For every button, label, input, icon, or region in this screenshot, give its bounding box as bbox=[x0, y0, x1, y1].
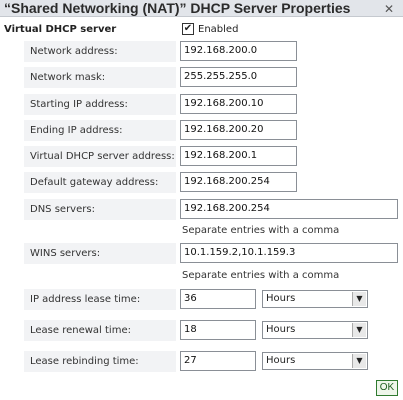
renewal-time-field[interactable]: 18 bbox=[180, 320, 256, 340]
lease-time-unit-select[interactable]: Hours ▼ bbox=[262, 290, 368, 308]
chevron-down-icon[interactable]: ▼ bbox=[352, 323, 366, 337]
network-mask-field[interactable]: 255.255.255.0 bbox=[180, 67, 297, 87]
ending-ip-field[interactable]: 192.168.200.20 bbox=[180, 120, 297, 140]
starting-ip-label: Starting IP address: bbox=[24, 94, 176, 115]
rebinding-time-label: Lease rebinding time: bbox=[24, 351, 176, 372]
wins-servers-field[interactable]: 10.1.159.2,10.1.159.3 bbox=[180, 243, 398, 263]
rebinding-time-unit-select[interactable]: Hours ▼ bbox=[262, 352, 368, 370]
renewal-time-unit-select[interactable]: Hours ▼ bbox=[262, 321, 368, 339]
starting-ip-field[interactable]: 192.168.200.10 bbox=[180, 94, 297, 114]
dhcp-server-address-label: Virtual DHCP server address: bbox=[24, 146, 176, 167]
title-bar: “Shared Networking (NAT)” DHCP Server Pr… bbox=[0, 0, 403, 17]
ending-ip-label: Ending IP address: bbox=[24, 120, 176, 141]
chevron-down-icon[interactable]: ▼ bbox=[352, 292, 366, 306]
network-mask-label: Network mask: bbox=[24, 67, 176, 88]
default-gateway-field[interactable]: 192.168.200.254 bbox=[180, 172, 297, 192]
dialog-title: “Shared Networking (NAT)” DHCP Server Pr… bbox=[4, 0, 351, 16]
renewal-time-label: Lease renewal time: bbox=[24, 320, 176, 341]
default-gateway-label: Default gateway address: bbox=[24, 172, 176, 193]
close-icon[interactable]: ✕ bbox=[382, 2, 396, 16]
wins-servers-hint: Separate entries with a comma bbox=[182, 270, 340, 281]
check-icon: ✔ bbox=[183, 23, 193, 34]
dns-servers-hint: Separate entries with a comma bbox=[182, 225, 340, 236]
wins-servers-label: WINS servers: bbox=[24, 243, 176, 264]
section-label: Virtual DHCP server bbox=[4, 24, 117, 35]
chevron-down-icon[interactable]: ▼ bbox=[352, 354, 366, 368]
dns-servers-label: DNS servers: bbox=[24, 199, 176, 220]
dhcp-server-address-field[interactable]: 192.168.200.1 bbox=[180, 146, 297, 166]
rebinding-time-unit-value: Hours bbox=[266, 355, 296, 366]
lease-time-label: IP address lease time: bbox=[24, 289, 176, 310]
ok-button[interactable]: OK bbox=[376, 380, 398, 396]
lease-time-unit-value: Hours bbox=[266, 293, 296, 304]
enabled-toggle[interactable]: ✔ Enabled bbox=[182, 22, 238, 36]
renewal-time-unit-value: Hours bbox=[266, 324, 296, 335]
enabled-label: Enabled bbox=[198, 23, 239, 35]
network-address-field[interactable]: 192.168.200.0 bbox=[180, 41, 297, 61]
rebinding-time-field[interactable]: 27 bbox=[180, 351, 256, 371]
network-address-label: Network address: bbox=[24, 41, 176, 62]
enabled-checkbox[interactable]: ✔ bbox=[182, 23, 194, 35]
lease-time-field[interactable]: 36 bbox=[180, 289, 256, 309]
dns-servers-field[interactable]: 192.168.200.254 bbox=[180, 199, 398, 219]
